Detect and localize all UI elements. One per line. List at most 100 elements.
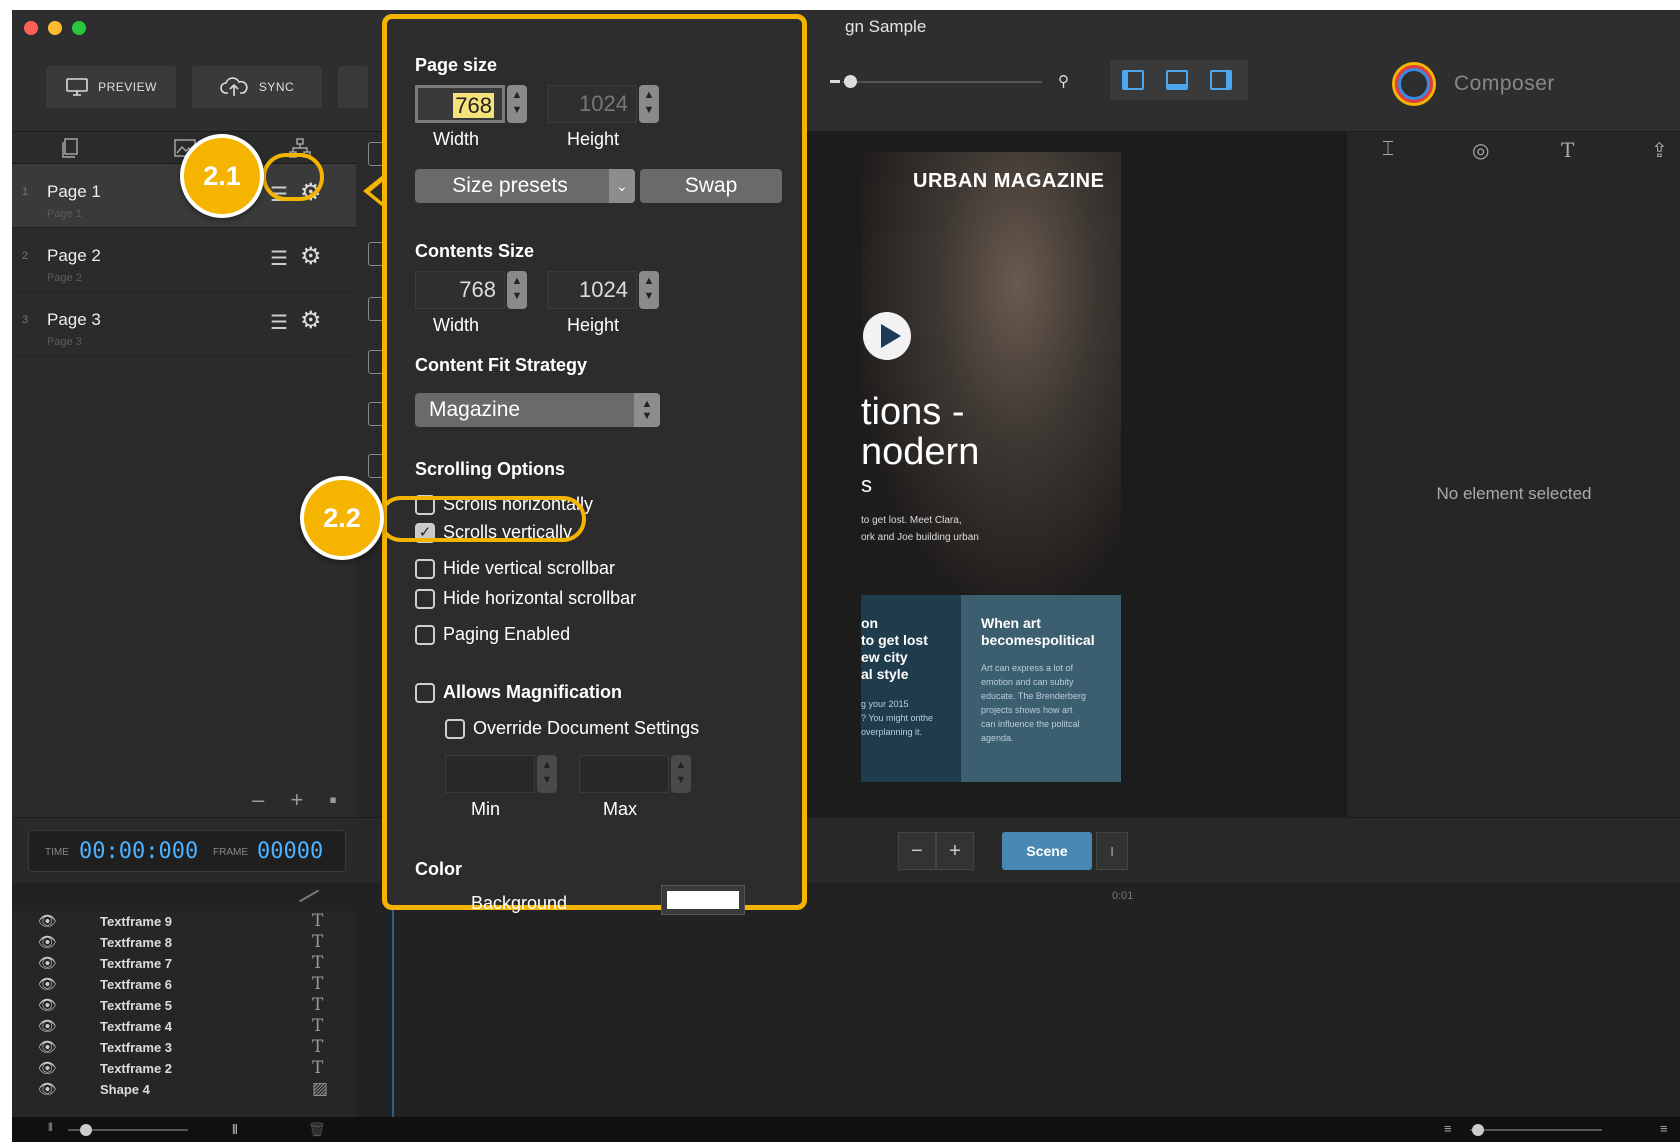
contents-height-input[interactable]: 1024 xyxy=(547,271,637,309)
target-icon[interactable]: ◎ xyxy=(1472,138,1489,163)
trash-icon[interactable]: 🗑︎ xyxy=(308,1121,326,1138)
magazine-title: URBAN MAGAZINE xyxy=(913,170,1105,192)
zoom-out-icon[interactable] xyxy=(830,80,840,83)
timeline-marker: 0:01 xyxy=(1112,890,1134,902)
cursor-mode-button[interactable]: I xyxy=(1096,832,1128,870)
text-icon[interactable]: T xyxy=(1561,138,1574,162)
layer-name: Shape 4 xyxy=(100,1082,150,1097)
gear-icon[interactable]: ⚙ xyxy=(300,242,322,271)
list-icon[interactable]: ☰ xyxy=(270,246,288,271)
eye-icon[interactable]: 👁︎ xyxy=(38,996,57,1014)
zoom-slider-knob[interactable] xyxy=(844,75,857,88)
toolbar-extra-button[interactable] xyxy=(338,66,368,108)
status-bar: ⦀ ⦀ 🗑︎ ≡ ≡ xyxy=(12,1117,1680,1142)
scrolling-options-title: Scrolling Options xyxy=(415,459,566,479)
toggle-right-panel-icon[interactable] xyxy=(1210,70,1232,90)
layer-name: Textframe 5 xyxy=(100,998,173,1013)
sync-button[interactable]: SYNC xyxy=(192,66,322,108)
timeline-zoom-knob[interactable] xyxy=(1472,1124,1484,1136)
gear-icon[interactable]: ⚙ xyxy=(300,306,322,335)
eye-icon[interactable]: 👁︎ xyxy=(38,912,57,930)
page-width-input[interactable]: 768 xyxy=(415,85,505,123)
headline-line: s xyxy=(861,472,872,497)
page-name: Page 3 xyxy=(47,310,101,329)
override-document-checkbox[interactable] xyxy=(445,719,465,739)
layout-inspector-icon[interactable]: ⌶ xyxy=(1382,138,1394,161)
layer-row[interactable]: 👁︎ Textframe 5 T xyxy=(12,995,356,1016)
scene-button[interactable]: Scene xyxy=(1002,832,1092,870)
timeline-track-area[interactable] xyxy=(356,911,1680,1117)
contents-height-label: Height xyxy=(567,315,620,335)
eye-icon[interactable]: 👁︎ xyxy=(38,933,57,951)
layer-row[interactable]: 👁︎ Textframe 6 T xyxy=(12,974,356,995)
timeline-zoom-out-button[interactable]: − xyxy=(898,832,936,870)
magazine-headline: tions - nodern s xyxy=(861,392,979,498)
search-icon[interactable]: ⚲ xyxy=(1058,72,1069,90)
hide-horizontal-scrollbar-checkbox[interactable] xyxy=(415,589,435,609)
callout-2-1-badge: 2.1 xyxy=(180,134,264,218)
close-window-button[interactable] xyxy=(24,21,38,35)
max-magnification-input[interactable] xyxy=(579,755,669,793)
layer-row[interactable]: 👁︎ Textframe 7 T xyxy=(12,953,356,974)
list-icon[interactable]: ☰ xyxy=(270,310,288,335)
page-height-input[interactable]: 1024 xyxy=(547,85,637,123)
timeline-zoom-in-button[interactable]: + xyxy=(936,832,974,870)
preview-button[interactable]: PREVIEW xyxy=(46,66,176,108)
layer-row[interactable]: 👁︎ Textframe 4 T xyxy=(12,1016,356,1037)
page-row-2[interactable]: 2 Page 2 Page 2 ☰ ⚙ xyxy=(12,228,356,292)
magazine-page[interactable]: URBAN MAGAZINE tions - nodern s to get l… xyxy=(861,152,1121,782)
eye-icon[interactable]: 👁︎ xyxy=(38,1059,57,1077)
timeline-zoom-slider[interactable] xyxy=(1470,1129,1602,1131)
eye-icon[interactable]: 👁︎ xyxy=(38,954,57,972)
contents-height-stepper[interactable]: ▲ ▼ xyxy=(639,271,659,309)
small-columns-icon: ⦀ xyxy=(48,1122,53,1134)
min-magnification-input[interactable] xyxy=(445,755,535,793)
contents-width-input[interactable]: 768 xyxy=(415,271,505,309)
zoom-slider-track[interactable] xyxy=(842,81,1042,83)
layer-row[interactable]: 👁︎ Textframe 3 T xyxy=(12,1037,356,1058)
width-label: Width xyxy=(433,129,480,149)
frame-label: FRAME xyxy=(213,847,248,858)
size-presets-dropdown[interactable]: Size presets ⌄ xyxy=(415,169,635,203)
playhead[interactable] xyxy=(392,883,394,1117)
page-row-3[interactable]: 3 Page 3 Page 3 ☰ ⚙ xyxy=(12,292,356,356)
sidebar-footer-controls[interactable]: – + ▪ xyxy=(252,787,347,813)
menu-icon[interactable]: ≡ xyxy=(1660,1121,1668,1136)
page-width-value: 768 xyxy=(453,93,494,118)
eye-icon[interactable]: 👁︎ xyxy=(38,1017,57,1035)
layer-row[interactable]: 👁︎ Textframe 8 T xyxy=(12,932,356,953)
paging-enabled-checkbox[interactable] xyxy=(415,625,435,645)
hide-horizontal-scrollbar-label: Hide horizontal scrollbar xyxy=(443,588,637,608)
layer-zoom-knob[interactable] xyxy=(80,1124,92,1136)
page-height-stepper[interactable]: ▲ ▼ xyxy=(639,85,659,123)
layer-row[interactable]: 👁︎ Textframe 2 T xyxy=(12,1058,356,1079)
contents-width-stepper[interactable]: ▲ ▼ xyxy=(507,271,527,309)
eye-icon[interactable]: 👁︎ xyxy=(38,1038,57,1056)
zoom-window-button[interactable] xyxy=(72,21,86,35)
share-icon[interactable]: ⇪ xyxy=(1651,138,1668,163)
minimize-window-button[interactable] xyxy=(48,21,62,35)
contents-width-label: Width xyxy=(433,315,480,335)
toggle-left-panel-icon[interactable] xyxy=(1122,70,1144,90)
page-width-stepper[interactable]: ▲ ▼ xyxy=(507,85,527,123)
time-bar: TIME 00:00:000 FRAME 00000 − + Scene I xyxy=(12,817,1680,883)
max-magnification-stepper[interactable]: ▲ ▼ xyxy=(671,755,691,793)
swap-button[interactable]: Swap xyxy=(640,169,782,203)
timecode-display: TIME 00:00:000 FRAME 00000 xyxy=(28,830,346,872)
toggle-bottom-panel-icon[interactable] xyxy=(1166,70,1188,90)
play-icon xyxy=(881,324,901,348)
tab-pages[interactable] xyxy=(12,132,127,164)
min-magnification-stepper[interactable]: ▲ ▼ xyxy=(537,755,557,793)
frame-value: 00000 xyxy=(257,839,324,864)
contents-size-title: Contents Size xyxy=(415,241,535,261)
fit-strategy-select[interactable]: Magazine ▲ ▼ xyxy=(415,393,660,427)
hide-vertical-scrollbar-checkbox[interactable] xyxy=(415,559,435,579)
hide-vertical-scrollbar-label: Hide vertical scrollbar xyxy=(443,558,616,578)
layer-row[interactable]: 👁︎ Shape 4 ▨ xyxy=(12,1079,356,1100)
eye-icon[interactable]: 👁︎ xyxy=(38,975,57,993)
layer-row[interactable]: 👁︎ Textframe 9 T xyxy=(12,911,356,932)
eye-icon[interactable]: 👁︎ xyxy=(38,1080,57,1098)
allows-magnification-checkbox[interactable] xyxy=(415,683,435,703)
headline-line: nodern xyxy=(861,431,980,473)
background-color-well[interactable] xyxy=(661,885,745,915)
